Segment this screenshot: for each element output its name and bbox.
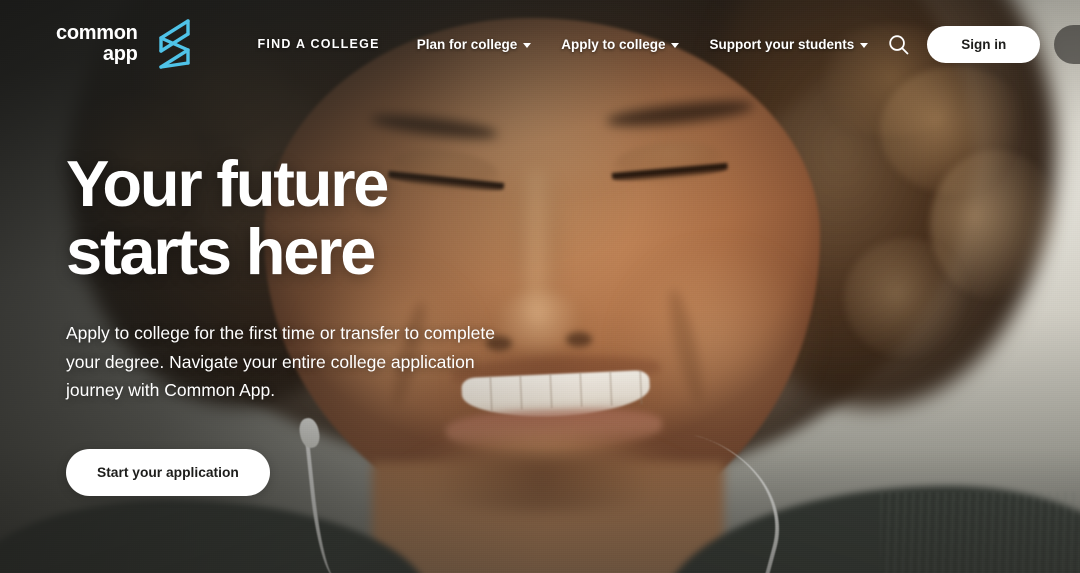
hero-content: Your future starts here Apply to college… bbox=[66, 150, 546, 496]
nav-actions: Sign in Create an account bbox=[883, 24, 1080, 64]
common-app-logo[interactable]: common app bbox=[56, 18, 191, 70]
nav-item-apply-to-college[interactable]: Apply to college bbox=[546, 27, 694, 62]
headline-line-1: Your future bbox=[66, 147, 389, 220]
headline-line-2: starts here bbox=[66, 214, 376, 288]
nav-label: Plan for college bbox=[416, 36, 518, 52]
hero-section: common app FIND A COLLEGE Plan for colle… bbox=[0, 0, 1080, 573]
search-icon bbox=[889, 34, 909, 54]
nav-item-support-your-students[interactable]: Support your students bbox=[694, 27, 883, 62]
ribbon-logo-icon bbox=[158, 19, 190, 69]
sign-in-button[interactable]: Sign in bbox=[927, 25, 1041, 63]
hero-subcopy: Apply to college for the first time or t… bbox=[66, 323, 495, 401]
create-account-button[interactable]: Create an account bbox=[1054, 24, 1080, 64]
chevron-down-icon bbox=[523, 42, 532, 48]
hero-headline: Your future starts here bbox=[66, 150, 546, 285]
nav-links: FIND A COLLEGE Plan for college Apply to… bbox=[243, 27, 884, 62]
logo-word-app: app bbox=[102, 42, 138, 65]
nav-item-find-a-college[interactable]: FIND A COLLEGE bbox=[243, 27, 402, 61]
chevron-down-icon bbox=[860, 42, 869, 48]
nav-label: FIND A COLLEGE bbox=[257, 37, 380, 51]
logo-wordmark: common app bbox=[56, 22, 138, 65]
chevron-down-icon bbox=[671, 42, 680, 48]
start-your-application-button[interactable]: Start your application bbox=[66, 448, 270, 496]
nav-label: Support your students bbox=[709, 36, 855, 52]
main-navigation: common app FIND A COLLEGE Plan for colle… bbox=[0, 0, 1080, 88]
nav-item-plan-for-college[interactable]: Plan for college bbox=[402, 27, 547, 62]
logo-word-common: common bbox=[56, 22, 138, 45]
search-button[interactable] bbox=[883, 29, 913, 59]
nav-label: Apply to college bbox=[561, 36, 666, 52]
